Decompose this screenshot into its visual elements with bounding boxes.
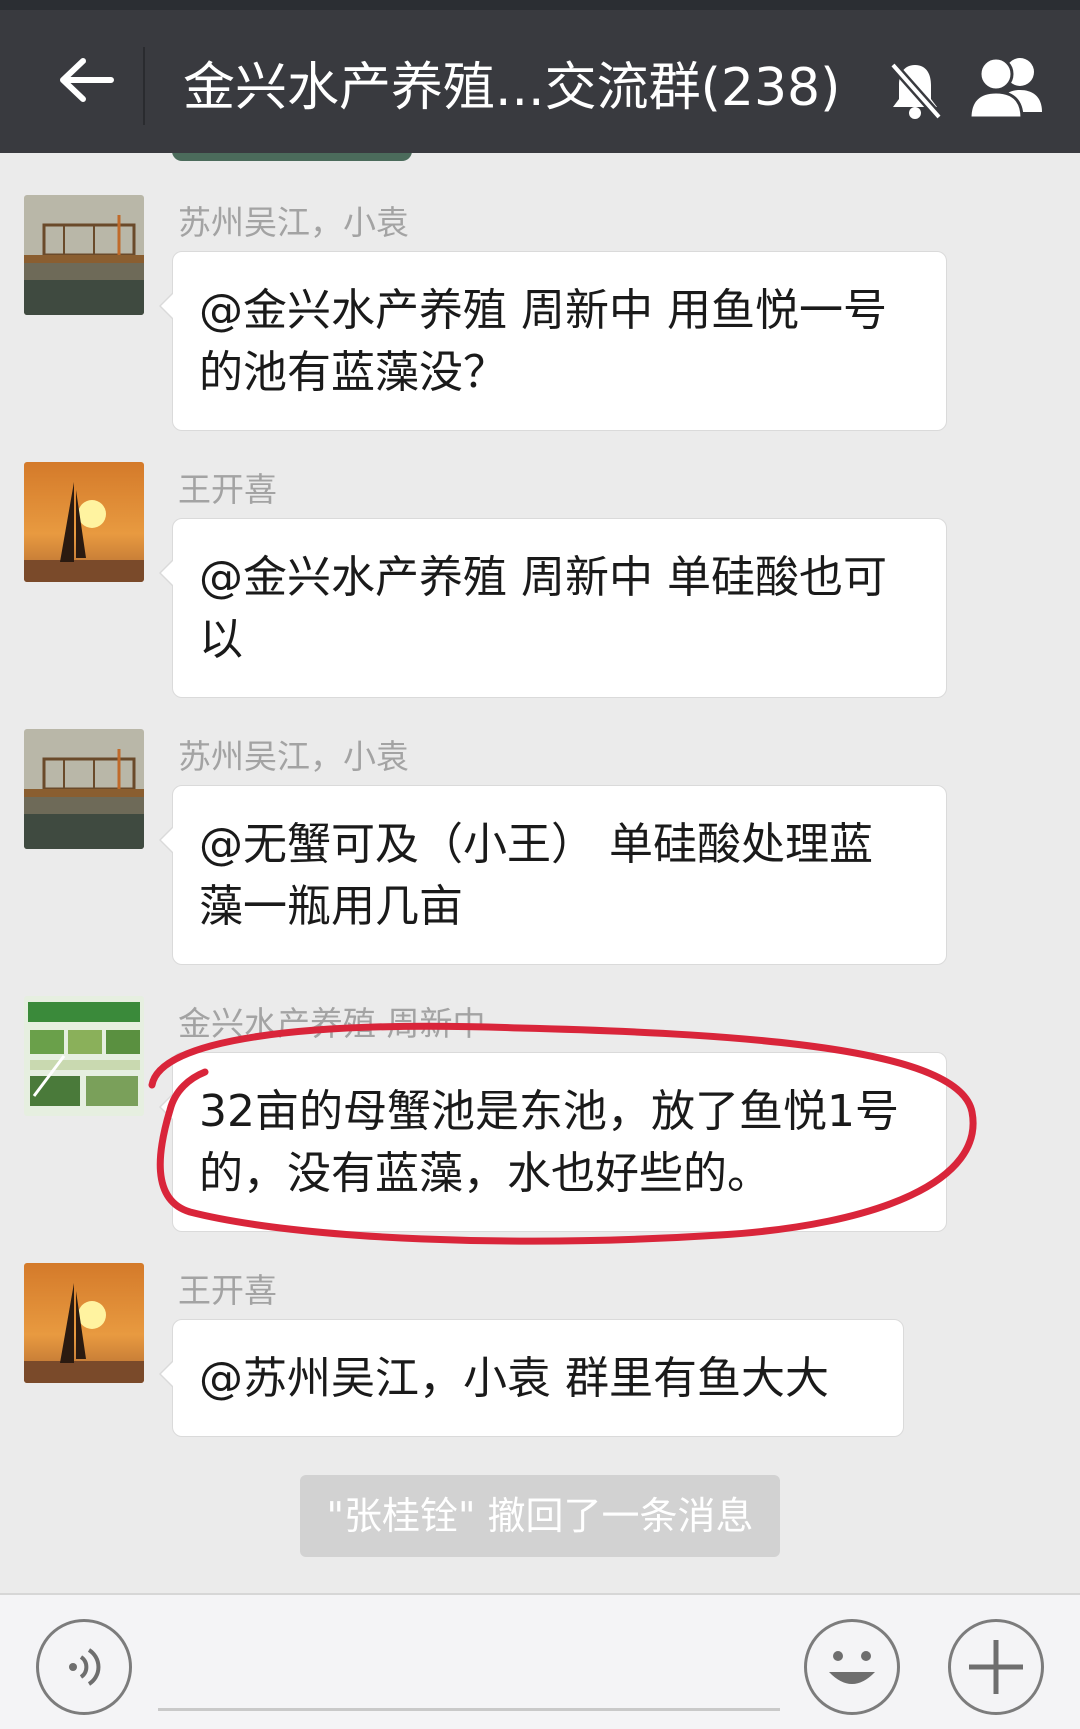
emoji-button[interactable] bbox=[804, 1619, 900, 1715]
message-bubble[interactable]: @金兴水产养殖 周新中 用鱼悦一号的池有蓝藻没？ bbox=[159, 251, 947, 431]
sender-name: 金兴水产养殖 周新中 bbox=[178, 1004, 486, 1043]
message-bubble[interactable]: @金兴水产养殖 周新中 单硅酸也可以 bbox=[159, 518, 947, 698]
group-members-button[interactable] bbox=[962, 52, 1052, 124]
avatar[interactable] bbox=[24, 462, 144, 582]
voice-icon bbox=[69, 1648, 101, 1686]
avatar[interactable] bbox=[24, 729, 144, 849]
message-list[interactable]: 苏州吴江，小袁 @金兴水产养殖 周新中 用鱼悦一号的池有蓝藻没？ 王开喜 @金兴… bbox=[0, 153, 1080, 1593]
bell-off-icon bbox=[885, 55, 945, 125]
recall-notice: "张桂铨" 撤回了一条消息 bbox=[300, 1475, 780, 1557]
message-bubble[interactable]: @苏州吴江，小袁 群里有鱼大大 bbox=[159, 1319, 904, 1437]
smiley-icon bbox=[829, 1651, 875, 1684]
previous-message-edge bbox=[172, 153, 412, 161]
input-bar bbox=[0, 1593, 1080, 1729]
page-title: 金兴水产养殖...交流群(238) bbox=[183, 58, 841, 118]
more-button[interactable] bbox=[948, 1619, 1044, 1715]
sender-name: 苏州吴江，小袁 bbox=[178, 203, 409, 242]
avatar[interactable] bbox=[24, 195, 144, 315]
message-bubble[interactable]: @无蟹可及（小王） 单硅酸处理蓝藻一瓶用几亩 bbox=[159, 785, 947, 965]
arrow-left-icon bbox=[60, 58, 114, 102]
avatar[interactable] bbox=[24, 1263, 144, 1383]
status-bar bbox=[0, 0, 1080, 10]
people-icon bbox=[968, 56, 1042, 120]
plus-icon bbox=[969, 1640, 1023, 1694]
voice-button[interactable] bbox=[36, 1619, 132, 1715]
message-input[interactable] bbox=[158, 1619, 780, 1711]
header-divider bbox=[143, 47, 145, 125]
avatar[interactable] bbox=[24, 996, 144, 1116]
sender-name: 王开喜 bbox=[178, 1271, 277, 1310]
sender-name: 王开喜 bbox=[178, 470, 277, 509]
back-button[interactable] bbox=[30, 30, 140, 130]
sender-name: 苏州吴江，小袁 bbox=[178, 737, 409, 776]
chat-header: 金兴水产养殖...交流群(238) bbox=[0, 10, 1080, 153]
message-bubble[interactable]: 32亩的母蟹池是东池，放了鱼悦1号的，没有蓝藻，水也好些的。 bbox=[159, 1052, 947, 1232]
